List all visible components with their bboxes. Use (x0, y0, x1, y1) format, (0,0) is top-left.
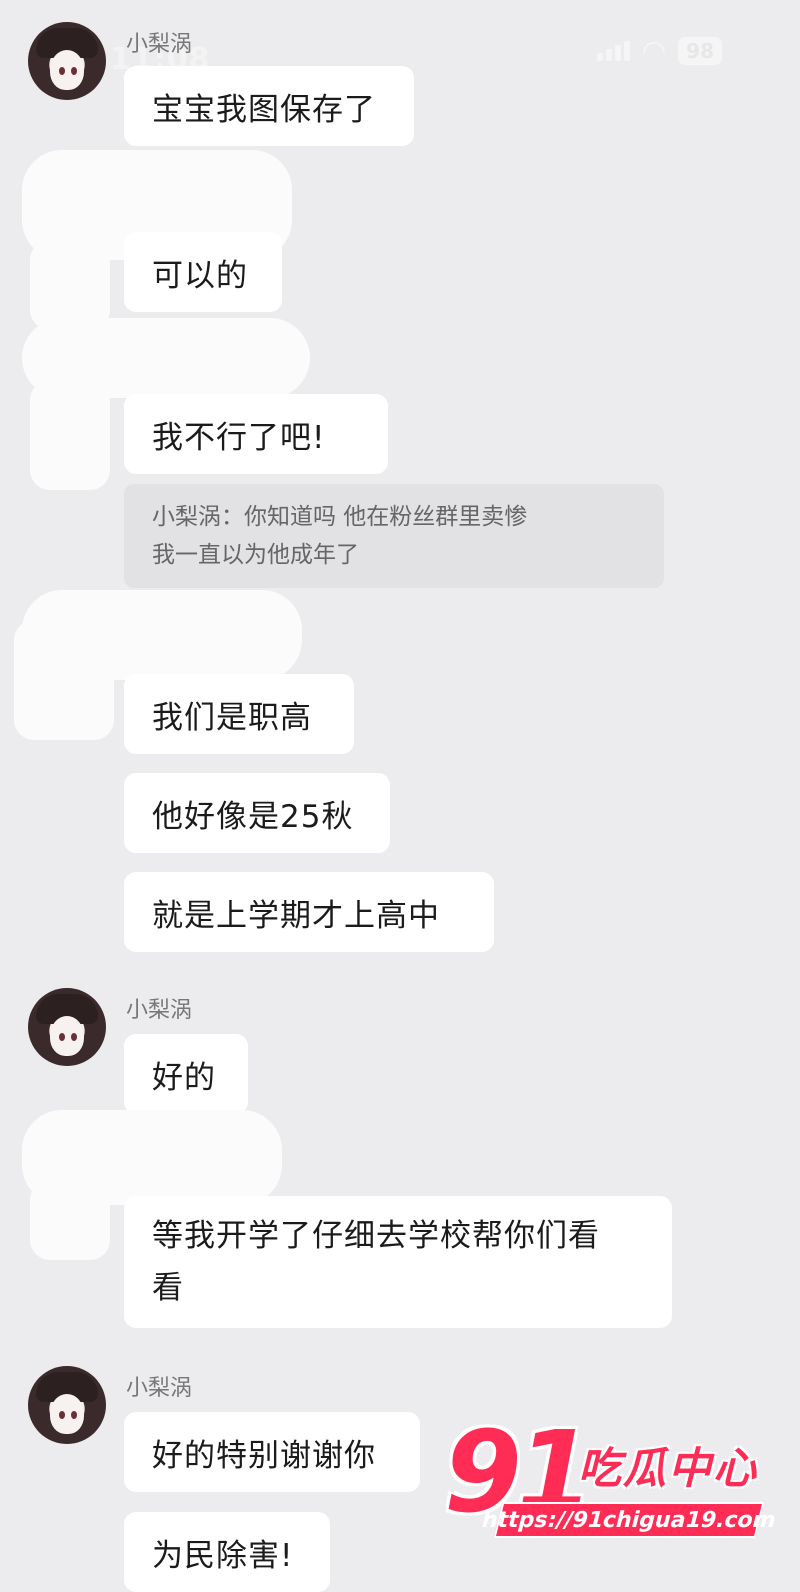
avatar[interactable] (28, 1366, 106, 1444)
message-line: 看 (152, 1270, 184, 1306)
avatar[interactable] (28, 22, 106, 100)
quoted-message[interactable]: 小梨涡：你知道吗 他在粉丝群里卖惨 我一直以为他成年了 (124, 484, 664, 588)
sender-name: 小梨涡 (126, 998, 193, 1023)
status-bar: ◠ 98 (596, 34, 722, 67)
wifi-icon: ◠ (641, 34, 667, 67)
signal-icon (596, 40, 630, 61)
message-bubble[interactable]: 为民除害! (124, 1512, 330, 1592)
message-bubble[interactable]: 可以的 (124, 232, 282, 312)
watermark-name: 吃瓜中心 (578, 1444, 758, 1494)
sender-name: 小梨涡 (126, 1376, 193, 1401)
message-line: 等我开学了仔细去学校帮你们看 (152, 1218, 600, 1254)
message-bubble[interactable]: 好的 (124, 1034, 248, 1114)
watermark-logo: 91 吃瓜中心 https://91chigua19.com (426, 1408, 779, 1554)
redaction-mark (30, 380, 110, 490)
message-bubble[interactable]: 我们是职高 (124, 674, 354, 754)
avatar[interactable] (28, 988, 106, 1066)
watermark-url: https://91chigua19.com (479, 1502, 779, 1538)
message-bubble[interactable]: 宝宝我图保存了 (124, 66, 414, 146)
redaction-mark (30, 1180, 110, 1260)
quote-line: 小梨涡：你知道吗 他在粉丝群里卖惨 (152, 504, 528, 530)
redaction-mark (30, 240, 110, 330)
message-bubble[interactable]: 我不行了吧! (124, 394, 388, 474)
battery-indicator: 98 (678, 36, 722, 65)
message-bubble[interactable]: 就是上学期才上高中 (124, 872, 494, 952)
redaction-mark (14, 620, 114, 740)
sender-name: 小梨涡 (126, 32, 193, 57)
message-bubble[interactable]: 等我开学了仔细去学校帮你们看 看 (124, 1196, 672, 1328)
message-bubble[interactable]: 好的特别谢谢你 (124, 1412, 420, 1492)
quote-line: 我一直以为他成年了 (152, 542, 359, 568)
message-bubble[interactable]: 他好像是25秋 (124, 773, 390, 853)
